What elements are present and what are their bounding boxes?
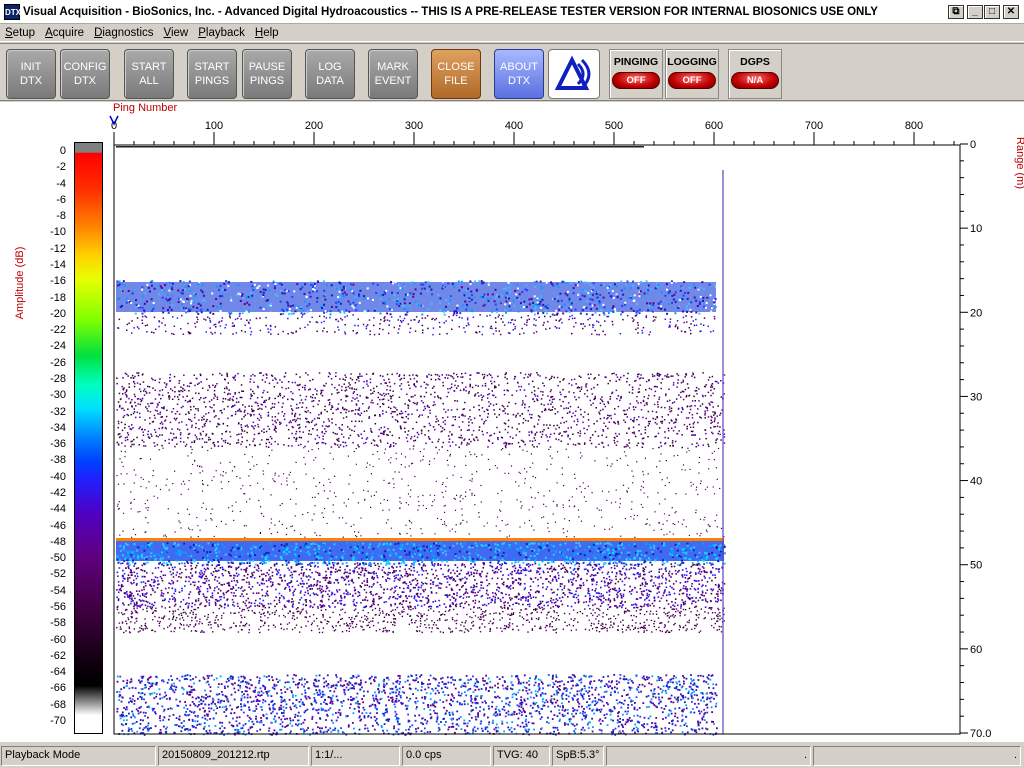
range-tick-label: 0 <box>970 139 976 151</box>
range-tick-label: 20 <box>970 307 982 319</box>
menu-acquire[interactable]: Acquire <box>40 27 89 39</box>
about-dtx-button[interactable]: ABOUT DTX <box>494 49 544 99</box>
range-tick-label: 40 <box>970 476 982 488</box>
menu-setup[interactable]: Setup <box>0 27 40 39</box>
status-tvg: TVG: 40 <box>493 746 550 766</box>
dgps-state-badge: N/A <box>731 72 779 89</box>
pinging-state-badge: OFF <box>612 72 660 89</box>
ping-tick-label: 600 <box>705 120 723 132</box>
menu-playback[interactable]: Playback <box>193 27 250 39</box>
ping-tick-label: 300 <box>405 120 423 132</box>
menu-view[interactable]: View <box>159 27 194 39</box>
range-tick-label: 60 <box>970 644 982 656</box>
biosonics-logo-button[interactable] <box>548 49 600 99</box>
title-bar: DTX Visual Acquisition - BioSonics, Inc.… <box>0 0 1024 24</box>
config-dtx-button[interactable]: CONFIG DTX <box>60 49 110 99</box>
status-bar: Playback Mode 20150809_201212.rtp 1:1/..… <box>0 744 1024 768</box>
ping-tick-label: 800 <box>905 120 923 132</box>
init-dtx-button[interactable]: INIT DTX <box>6 49 56 99</box>
close-button[interactable]: ✕ <box>1003 5 1019 19</box>
restore-layout-button[interactable]: ⧉ <box>948 5 964 19</box>
status-file: 20150809_201212.rtp <box>158 746 309 766</box>
biosonics-logo-icon <box>554 55 591 90</box>
ping-tick-label: 700 <box>805 120 823 132</box>
toolbar: INIT DTX CONFIG DTX START ALL START PING… <box>0 43 1024 101</box>
status-field-2: . <box>813 746 1021 766</box>
logging-state-badge: OFF <box>668 72 716 89</box>
ping-tick-label: 0 <box>111 120 117 132</box>
echogram-panel: Ping Number Amplitude (dB) Range (m) 0 -2… <box>0 102 1024 742</box>
ping-tick-label: 400 <box>505 120 523 132</box>
dgps-indicator: DGPS N/A <box>728 49 782 99</box>
ping-tick-label: 500 <box>605 120 623 132</box>
ping-tick-label: 100 <box>205 120 223 132</box>
status-cps: 0.0 cps <box>402 746 491 766</box>
menu-diagnostics[interactable]: Diagnostics <box>89 27 158 39</box>
start-pings-button[interactable]: START PINGS <box>187 49 237 99</box>
range-tick-label: 70.0 <box>970 728 991 740</box>
range-tick-label: 50 <box>970 560 982 572</box>
log-data-button[interactable]: LOG DATA <box>305 49 355 99</box>
close-file-button[interactable]: CLOSE FILE <box>431 49 481 99</box>
status-field-1: . <box>606 746 811 766</box>
menu-bar: Setup Acquire Diagnostics View Playback … <box>0 24 1024 42</box>
app-icon: DTX <box>4 3 21 20</box>
status-ratio: 1:1/... <box>311 746 400 766</box>
ping-tick-label: 200 <box>305 120 323 132</box>
mark-event-button[interactable]: MARK EVENT <box>368 49 418 99</box>
plot-frame <box>113 144 961 735</box>
start-all-button[interactable]: START ALL <box>124 49 174 99</box>
status-mode: Playback Mode <box>1 746 156 766</box>
echogram-plot[interactable]: 0 100 200 300 400 500 600 700 800 0 10 20 30 40 50 60 7… <box>0 102 1024 742</box>
status-spb: SpB:5.3° <box>552 746 604 766</box>
pause-pings-button[interactable]: PAUSE PINGS <box>242 49 292 99</box>
range-tick-label: 10 <box>970 223 982 235</box>
logging-indicator: LOGGING OFF <box>665 49 719 99</box>
maximize-button[interactable]: □ <box>984 5 1000 19</box>
minimize-button[interactable]: _ <box>967 5 983 19</box>
window-title: Visual Acquisition - BioSonics, Inc. - A… <box>23 5 878 18</box>
pinging-indicator: PINGING OFF <box>609 49 663 99</box>
range-tick-label: 30 <box>970 391 982 403</box>
menu-help[interactable]: Help <box>250 27 284 39</box>
